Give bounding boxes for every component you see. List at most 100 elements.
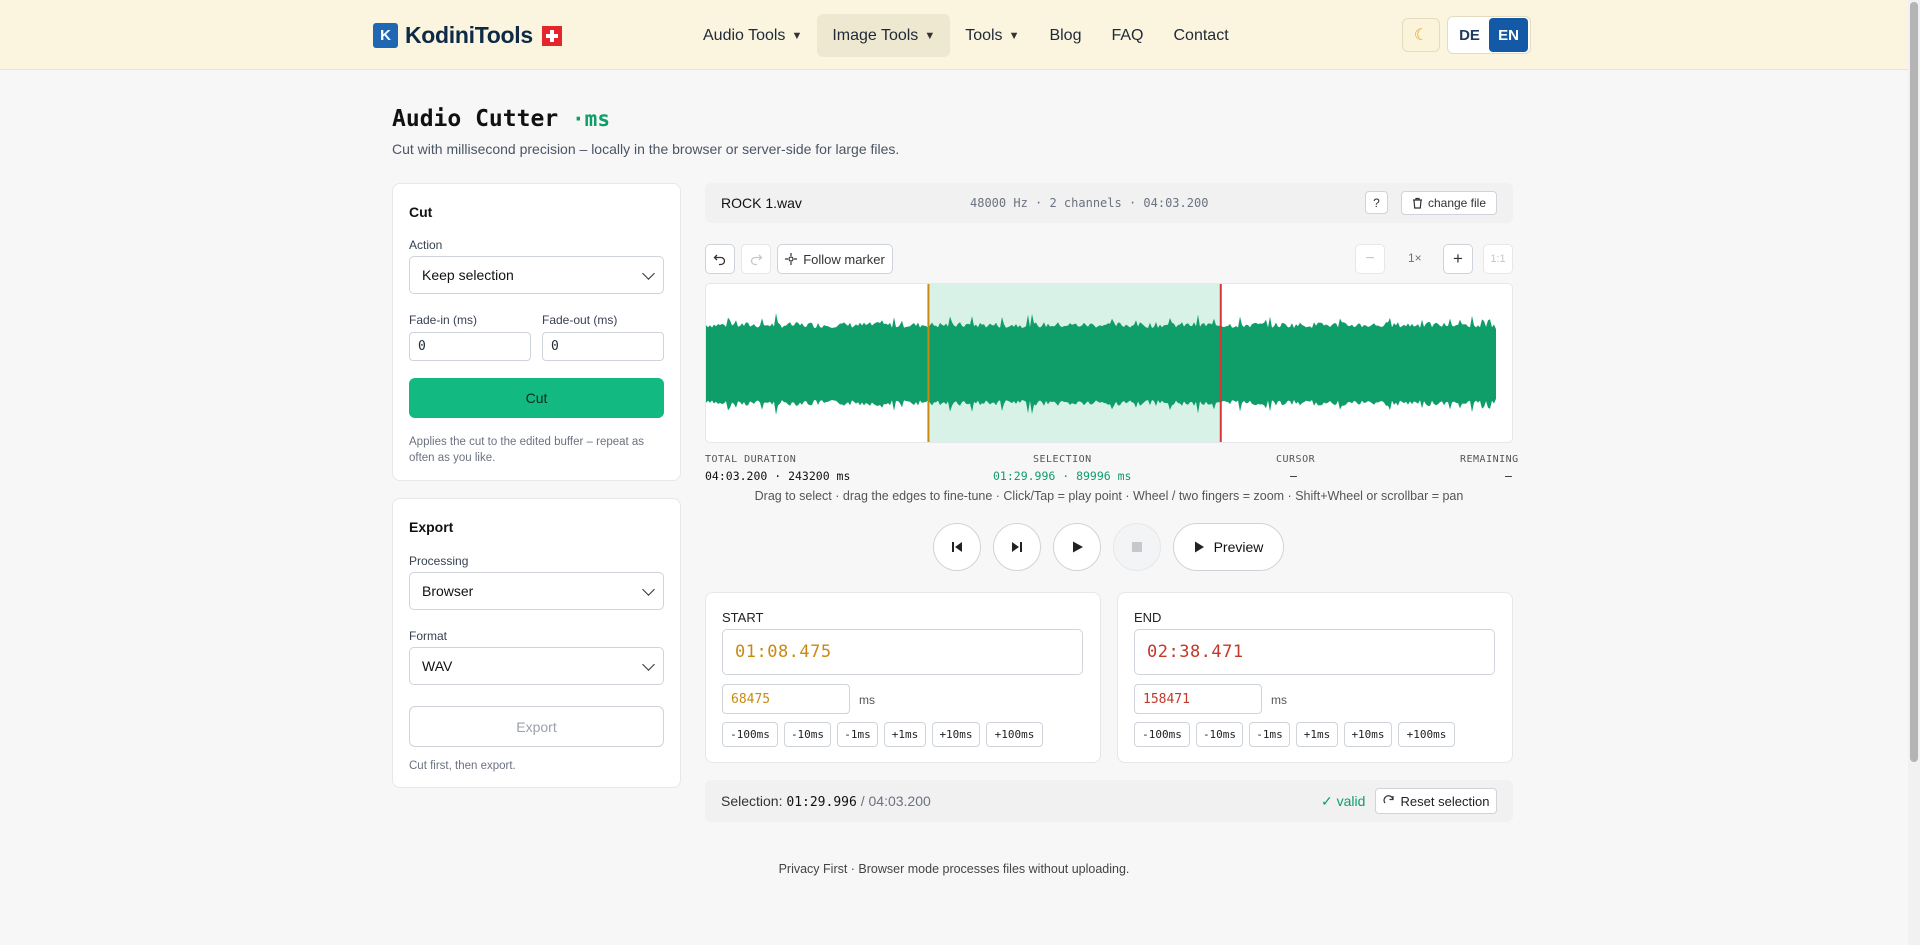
format-select[interactable]: WAV [409,647,664,685]
end-step-minus-100[interactable]: -100ms [1134,722,1190,747]
end-step-plus-100[interactable]: +100ms [1398,722,1455,747]
start-step-plus-10[interactable]: +10ms [932,722,980,747]
chevron-down-icon [642,583,655,596]
cut-card: Cut Action Keep selection Fade-in (ms) 0… [392,183,681,481]
selection-start-marker[interactable] [927,284,930,443]
page-title: Audio Cutter ·ms [392,106,610,132]
play-icon [1194,541,1204,553]
cursor-label: CURSOR [1276,454,1316,465]
export-button[interactable]: Export [409,706,664,747]
change-file-button[interactable]: change file [1401,191,1497,215]
play-button[interactable] [1053,523,1101,571]
nav-faq[interactable]: FAQ [1096,14,1158,57]
end-step-plus-10[interactable]: +10ms [1344,722,1392,747]
selection-summary-duration: 01:29.996 [786,795,857,810]
skip-to-end-button[interactable] [993,523,1041,571]
end-ms-unit: ms [1271,693,1287,707]
remaining-label: REMAINING [1460,454,1519,465]
start-step-minus-1[interactable]: -1ms [837,722,878,747]
waveform-area[interactable] [705,283,1513,443]
end-step-minus-1[interactable]: -1ms [1249,722,1290,747]
fade-in-input[interactable]: 0 [409,332,531,361]
scrollbar-thumb[interactable] [1910,2,1918,762]
lang-en-button[interactable]: EN [1489,18,1528,52]
stop-button[interactable] [1113,523,1161,571]
file-name: ROCK 1.wav [721,195,802,211]
zoom-in-button[interactable]: + [1443,244,1473,274]
file-info: 48000 Hz · 2 channels · 04:03.200 [970,196,1209,210]
processing-select[interactable]: Browser [409,572,664,610]
language-switcher: DE EN [1447,16,1531,54]
action-label: Action [409,238,443,252]
chevron-down-icon [642,658,655,671]
processing-label: Processing [409,554,469,568]
export-card-title: Export [409,519,454,535]
end-ms-input[interactable]: 158471 [1134,684,1262,714]
logo-icon: K [373,23,398,48]
usage-hint: Drag to select · drag the edges to fine-… [754,489,1464,503]
total-duration-value: 04:03.200 · 243200 ms [705,469,851,483]
follow-marker-button[interactable]: Follow marker [777,244,893,274]
zoom-out-button[interactable]: − [1355,244,1385,274]
nav-image-tools[interactable]: Image Tools ▼ [817,14,951,57]
nav-blog[interactable]: Blog [1034,14,1096,57]
crosshair-icon [785,253,798,265]
selection-summary-total: / 04:03.200 [860,793,931,809]
total-duration-label: TOTAL DURATION [705,454,797,465]
start-step-minus-10[interactable]: -10ms [784,722,831,747]
nav-contact[interactable]: Contact [1159,14,1244,57]
lang-de-button[interactable]: DE [1450,18,1489,52]
nav-tools[interactable]: Tools ▼ [950,14,1034,57]
export-card: Export Processing Browser Format WAV Exp… [392,498,681,788]
selection-label: SELECTION [1033,454,1092,465]
stop-icon [1132,542,1142,552]
waveform-path [706,313,1496,415]
selection-summary: Selection: 01:29.996 / 04:03.200 [721,793,931,810]
waveform-canvas[interactable] [706,284,1513,443]
end-step-plus-1[interactable]: +1ms [1296,722,1338,747]
theme-toggle-button[interactable]: ☾ [1402,18,1440,52]
end-time-input[interactable]: 02:38.471 [1134,629,1495,675]
page-scrollbar[interactable] [1908,0,1920,945]
trash-icon [1412,197,1422,209]
logo[interactable]: K KodiniTools [373,22,562,49]
chevron-down-icon [642,267,655,280]
remaining-value: – [1505,469,1512,483]
start-step-minus-100[interactable]: -100ms [722,722,778,747]
refresh-icon [1383,795,1394,804]
start-step-plus-1[interactable]: +1ms [884,722,926,747]
undo-icon [713,254,726,266]
selection-summary-bar: Selection: 01:29.996 / 04:03.200 ✓ valid… [705,780,1513,822]
footer-note: Privacy First · Browser mode processes f… [778,862,1130,876]
end-step-minus-10[interactable]: -10ms [1196,722,1243,747]
reset-selection-button[interactable]: Reset selection [1375,788,1497,814]
skip-to-start-button[interactable] [933,523,981,571]
cursor-value: – [1290,469,1297,483]
redo-button[interactable] [741,244,771,274]
action-select[interactable]: Keep selection [409,256,664,294]
start-step-plus-100[interactable]: +100ms [986,722,1043,747]
preview-button[interactable]: Preview [1173,523,1284,571]
nav-audio-tools[interactable]: Audio Tools ▼ [688,14,817,57]
cut-button[interactable]: Cut [409,378,664,418]
swiss-flag-icon [541,25,562,46]
start-ms-input[interactable]: 68475 [722,684,850,714]
help-button[interactable]: ? [1365,191,1388,214]
fade-out-input[interactable]: 0 [542,332,664,361]
fade-out-label: Fade-out (ms) [542,313,618,327]
zoom-reset-button[interactable]: 1:1 [1483,244,1513,274]
cut-card-title: Cut [409,204,433,220]
file-bar: ROCK 1.wav 48000 Hz · 2 channels · 04:03… [705,183,1513,223]
selection-end-marker[interactable] [1219,284,1222,443]
start-ms-unit: ms [859,693,875,707]
format-label: Format [409,629,448,643]
caret-down-icon: ▼ [791,29,803,42]
selection-value: 01:29.996 · 89996 ms [993,469,1132,483]
undo-button[interactable] [705,244,735,274]
zoom-level: 1× [1408,251,1422,265]
site-header: K KodiniTools Audio Tools ▼ Image Tools ▼ … [0,0,1908,70]
redo-icon [750,254,763,266]
caret-down-icon: ▼ [1008,29,1020,42]
start-time-input[interactable]: 01:08.475 [722,629,1083,675]
play-icon [1073,541,1083,553]
